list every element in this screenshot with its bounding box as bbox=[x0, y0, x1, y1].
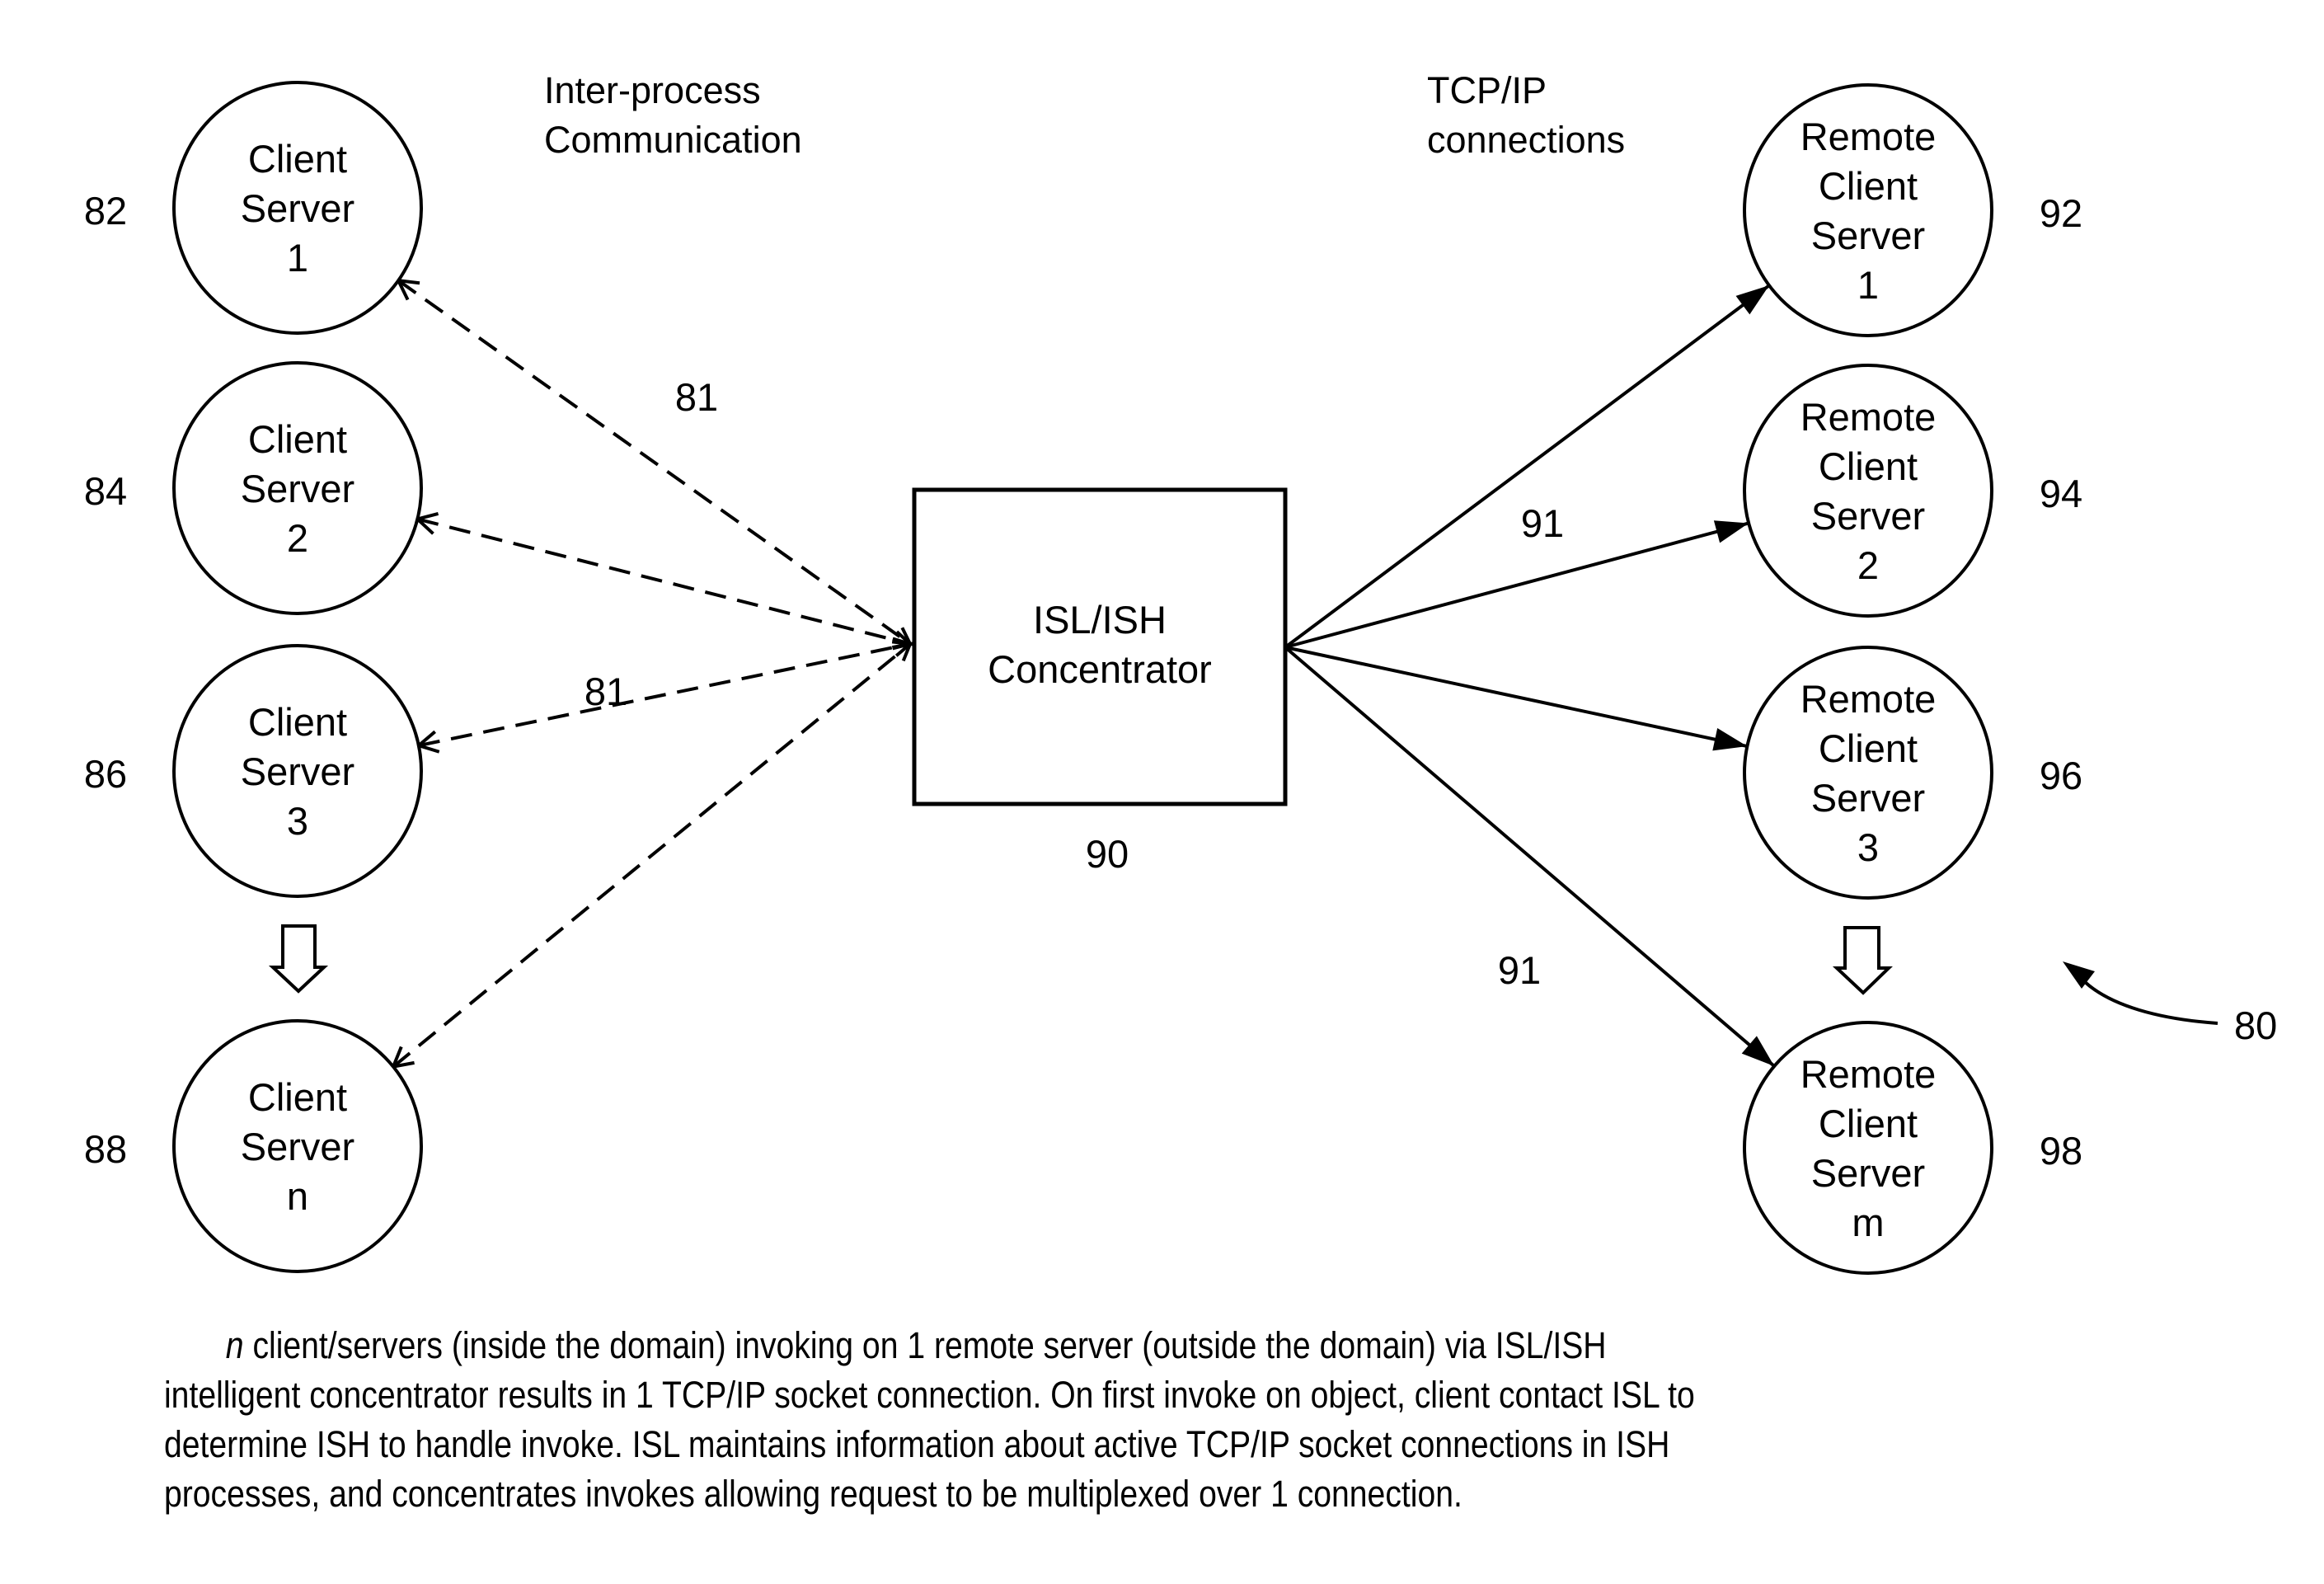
caption-line-3: determine ISH to handle invoke. ISL main… bbox=[164, 1423, 1669, 1464]
client-server-ref-label: 86 bbox=[84, 752, 127, 796]
remote-client-server-label-line: Client bbox=[1819, 164, 1918, 208]
remote-client-server-label-line: Remote bbox=[1801, 115, 1937, 158]
remote-client-server-label-line: Client bbox=[1819, 726, 1918, 770]
remote-client-server-node[interactable]: Remote Client Server 2 bbox=[1743, 364, 1993, 618]
remote-client-server-label-line: Server bbox=[1811, 776, 1925, 820]
client-server-label-line: Client bbox=[248, 700, 347, 744]
tcp-heading-line-2: connections bbox=[1427, 119, 1625, 161]
remote-client-server-node[interactable]: Remote Client Server 1 bbox=[1743, 83, 1993, 337]
remote-client-server-ref-label: 96 bbox=[2040, 754, 2082, 797]
client-server-label-line: Client bbox=[248, 137, 347, 181]
caption-line-2: intelligent concentrator results in 1 TC… bbox=[164, 1374, 1695, 1415]
ipc-link-label-lower: 81 bbox=[585, 670, 627, 713]
client-server-label-line: 3 bbox=[287, 799, 308, 843]
concentrator-node[interactable]: ISL/ISH Concentrator bbox=[912, 487, 1288, 806]
caption-line-1-text: client/servers (inside the domain) invok… bbox=[244, 1324, 1607, 1365]
client-server-node[interactable]: Client Server 1 bbox=[172, 81, 423, 335]
client-server-node[interactable]: Client Server 2 bbox=[172, 361, 423, 615]
client-server-label-line: 2 bbox=[287, 516, 308, 560]
client-server-label-line: Server bbox=[241, 186, 354, 230]
remote-client-server-label-line: m bbox=[1852, 1201, 1884, 1244]
remote-client-server-label-line: 1 bbox=[1857, 263, 1879, 307]
caption-line-4: processes, and concentrates invokes allo… bbox=[164, 1473, 1462, 1514]
remote-client-server-ref-label: 98 bbox=[2040, 1129, 2082, 1173]
remote-client-server-label-line: 3 bbox=[1857, 825, 1879, 869]
caption-line-1: n client/servers (inside the domain) inv… bbox=[226, 1324, 1607, 1365]
remote-client-server-label-line: 2 bbox=[1857, 543, 1879, 587]
client-server-label-line: Client bbox=[248, 1075, 347, 1119]
client-server-node[interactable]: Client Server n bbox=[172, 1019, 423, 1273]
remote-client-server-label-line: Client bbox=[1819, 1102, 1918, 1145]
patent-figure: Inter-process Communication TCP/IP conne… bbox=[0, 0, 2324, 1584]
client-server-label-line: Server bbox=[241, 750, 354, 793]
remote-client-server-label-line: Server bbox=[1811, 494, 1925, 538]
remote-client-server-label-line: Remote bbox=[1801, 395, 1937, 439]
tcp-link-label-lower: 91 bbox=[1498, 948, 1541, 992]
ipc-link-label-upper: 81 bbox=[675, 375, 718, 419]
figure-ref-label: 80 bbox=[2234, 1004, 2277, 1047]
tcp-heading-line-1: TCP/IP bbox=[1427, 69, 1547, 111]
concentrator-label-line-1: ISL/ISH bbox=[1033, 598, 1167, 642]
client-server-label-line: n bbox=[287, 1174, 308, 1218]
ipc-heading-line-1: Inter-process bbox=[544, 69, 761, 111]
caption-emphasis: n bbox=[226, 1324, 244, 1365]
concentrator-label-line-2: Concentrator bbox=[988, 647, 1212, 691]
remote-client-server-label-line: Remote bbox=[1801, 1052, 1937, 1096]
remote-client-server-node[interactable]: Remote Client Server m bbox=[1743, 1021, 1993, 1275]
client-server-label-line: Server bbox=[241, 467, 354, 510]
client-server-node[interactable]: Client Server 3 bbox=[172, 644, 423, 898]
concentrator-ref-label: 90 bbox=[1086, 832, 1129, 876]
client-server-ref-label: 84 bbox=[84, 469, 127, 513]
remote-client-server-node[interactable]: Remote Client Server 3 bbox=[1743, 646, 1993, 900]
remote-client-server-label-line: Client bbox=[1819, 444, 1918, 488]
client-server-label-line: 1 bbox=[287, 236, 308, 280]
client-server-label-line: Client bbox=[248, 417, 347, 461]
remote-client-server-label-line: Remote bbox=[1801, 677, 1937, 721]
remote-client-server-ref-label: 94 bbox=[2040, 472, 2082, 515]
remote-client-server-ref-label: 92 bbox=[2040, 191, 2082, 235]
client-server-ref-label: 88 bbox=[84, 1127, 127, 1171]
ipc-heading-line-2: Communication bbox=[544, 119, 802, 161]
remote-client-server-label-line: Server bbox=[1811, 214, 1925, 257]
client-server-label-line: Server bbox=[241, 1125, 354, 1168]
remote-client-server-label-line: Server bbox=[1811, 1151, 1925, 1195]
client-server-ref-label: 82 bbox=[84, 189, 127, 233]
tcp-link-label-upper: 91 bbox=[1521, 501, 1564, 545]
